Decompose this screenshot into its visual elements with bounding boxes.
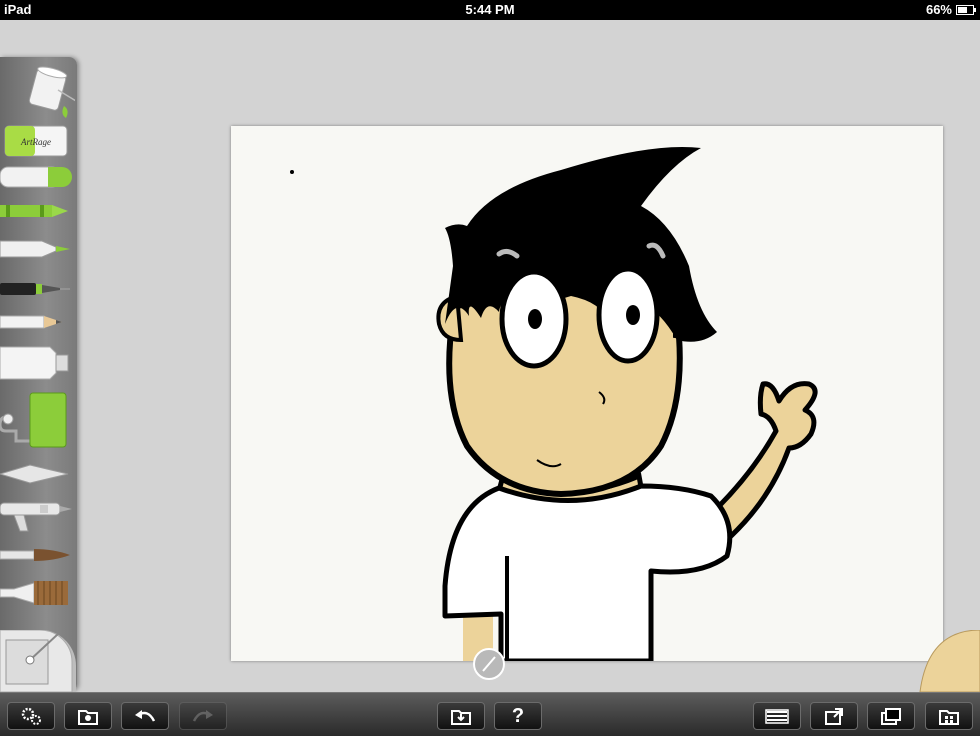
pencil-icon[interactable]	[0, 309, 75, 335]
color-picker-icon[interactable]	[0, 629, 80, 693]
paint-bucket-icon[interactable]	[0, 62, 75, 122]
felt-marker-icon[interactable]	[0, 233, 75, 265]
drawing-canvas[interactable]	[231, 126, 943, 661]
bottom-toolbar: ?	[0, 692, 980, 736]
undo-icon	[135, 710, 156, 722]
artrage-eraser-icon[interactable]: ArtRage	[0, 124, 75, 160]
palette-knife-icon[interactable]	[0, 163, 75, 191]
file-button[interactable]	[437, 702, 485, 730]
inking-pen-icon[interactable]	[0, 275, 75, 303]
character-drawing	[290, 146, 818, 661]
battery-percent: 66%	[925, 2, 952, 17]
spatula-icon[interactable]	[0, 459, 75, 489]
help-button[interactable]: ?	[494, 702, 542, 730]
share-button[interactable]	[810, 702, 858, 730]
paint-roller-icon[interactable]	[0, 391, 75, 451]
gallery-grid-button[interactable]	[925, 702, 973, 730]
battery-indicator: 66%	[925, 2, 976, 17]
layers-icon	[765, 709, 789, 724]
airbrush-icon[interactable]	[0, 495, 75, 539]
help-label: ?	[511, 704, 525, 727]
status-bar: iPad 5:44 PM 66%	[0, 0, 980, 20]
folder-grid-icon	[939, 710, 959, 725]
folder-download-icon	[451, 710, 471, 725]
crayon-icon[interactable]	[0, 197, 75, 225]
redo-icon	[192, 710, 213, 722]
export-icon	[825, 708, 843, 725]
clock: 5:44 PM	[465, 2, 515, 17]
folder-settings-icon	[78, 710, 98, 725]
gears-icon	[21, 707, 41, 725]
watercolor-brush-icon[interactable]	[0, 541, 75, 569]
oil-brush-icon[interactable]	[0, 575, 75, 611]
canvas-pin-icon[interactable]	[472, 647, 506, 681]
gallery-button[interactable]	[64, 702, 112, 730]
eraser-label: ArtRage	[20, 137, 51, 147]
references-button[interactable]	[867, 702, 915, 730]
redo-button[interactable]	[179, 702, 227, 730]
battery-icon	[956, 4, 976, 15]
undo-button[interactable]	[121, 702, 169, 730]
tool-tray: ArtRage	[0, 57, 77, 692]
color-sample-icon[interactable]	[918, 629, 980, 693]
duplicate-icon	[881, 708, 901, 725]
settings-button[interactable]	[7, 702, 55, 730]
paint-tube-icon[interactable]	[0, 341, 75, 385]
layers-button[interactable]	[753, 702, 801, 730]
